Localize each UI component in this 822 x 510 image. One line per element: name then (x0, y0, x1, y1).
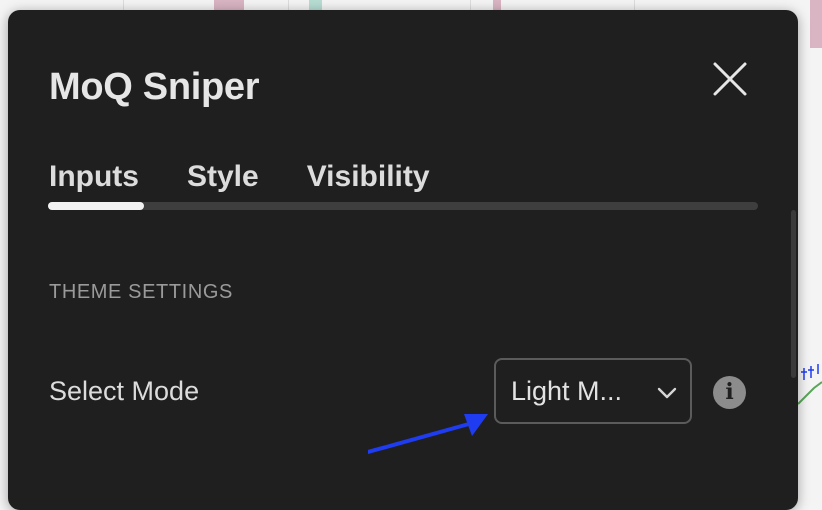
tab-bar: Inputs Style Visibility (49, 160, 478, 194)
info-button[interactable]: i (713, 376, 746, 409)
active-tab-indicator (48, 202, 144, 210)
section-heading: THEME SETTINGS (49, 281, 233, 303)
scrollbar[interactable] (791, 210, 796, 378)
chevron-down-icon (657, 387, 677, 399)
chart-candle (810, 0, 822, 48)
tab-track (48, 202, 758, 210)
tab-inputs[interactable]: Inputs (49, 160, 139, 194)
select-mode-value: Light M... (511, 375, 623, 406)
select-mode-dropdown[interactable]: Light M... (494, 358, 692, 424)
close-icon (713, 62, 747, 96)
dialog-title: MoQ Sniper (49, 66, 260, 108)
chart-series-line (798, 364, 822, 405)
settings-dialog: MoQ Sniper Inputs Style Visibility THEME… (8, 10, 798, 510)
close-button[interactable] (708, 57, 752, 101)
tab-visibility[interactable]: Visibility (307, 160, 430, 194)
info-icon: i (725, 379, 734, 405)
arrow-icon (368, 414, 488, 454)
select-mode-label: Select Mode (49, 376, 200, 406)
tab-style[interactable]: Style (187, 160, 259, 194)
